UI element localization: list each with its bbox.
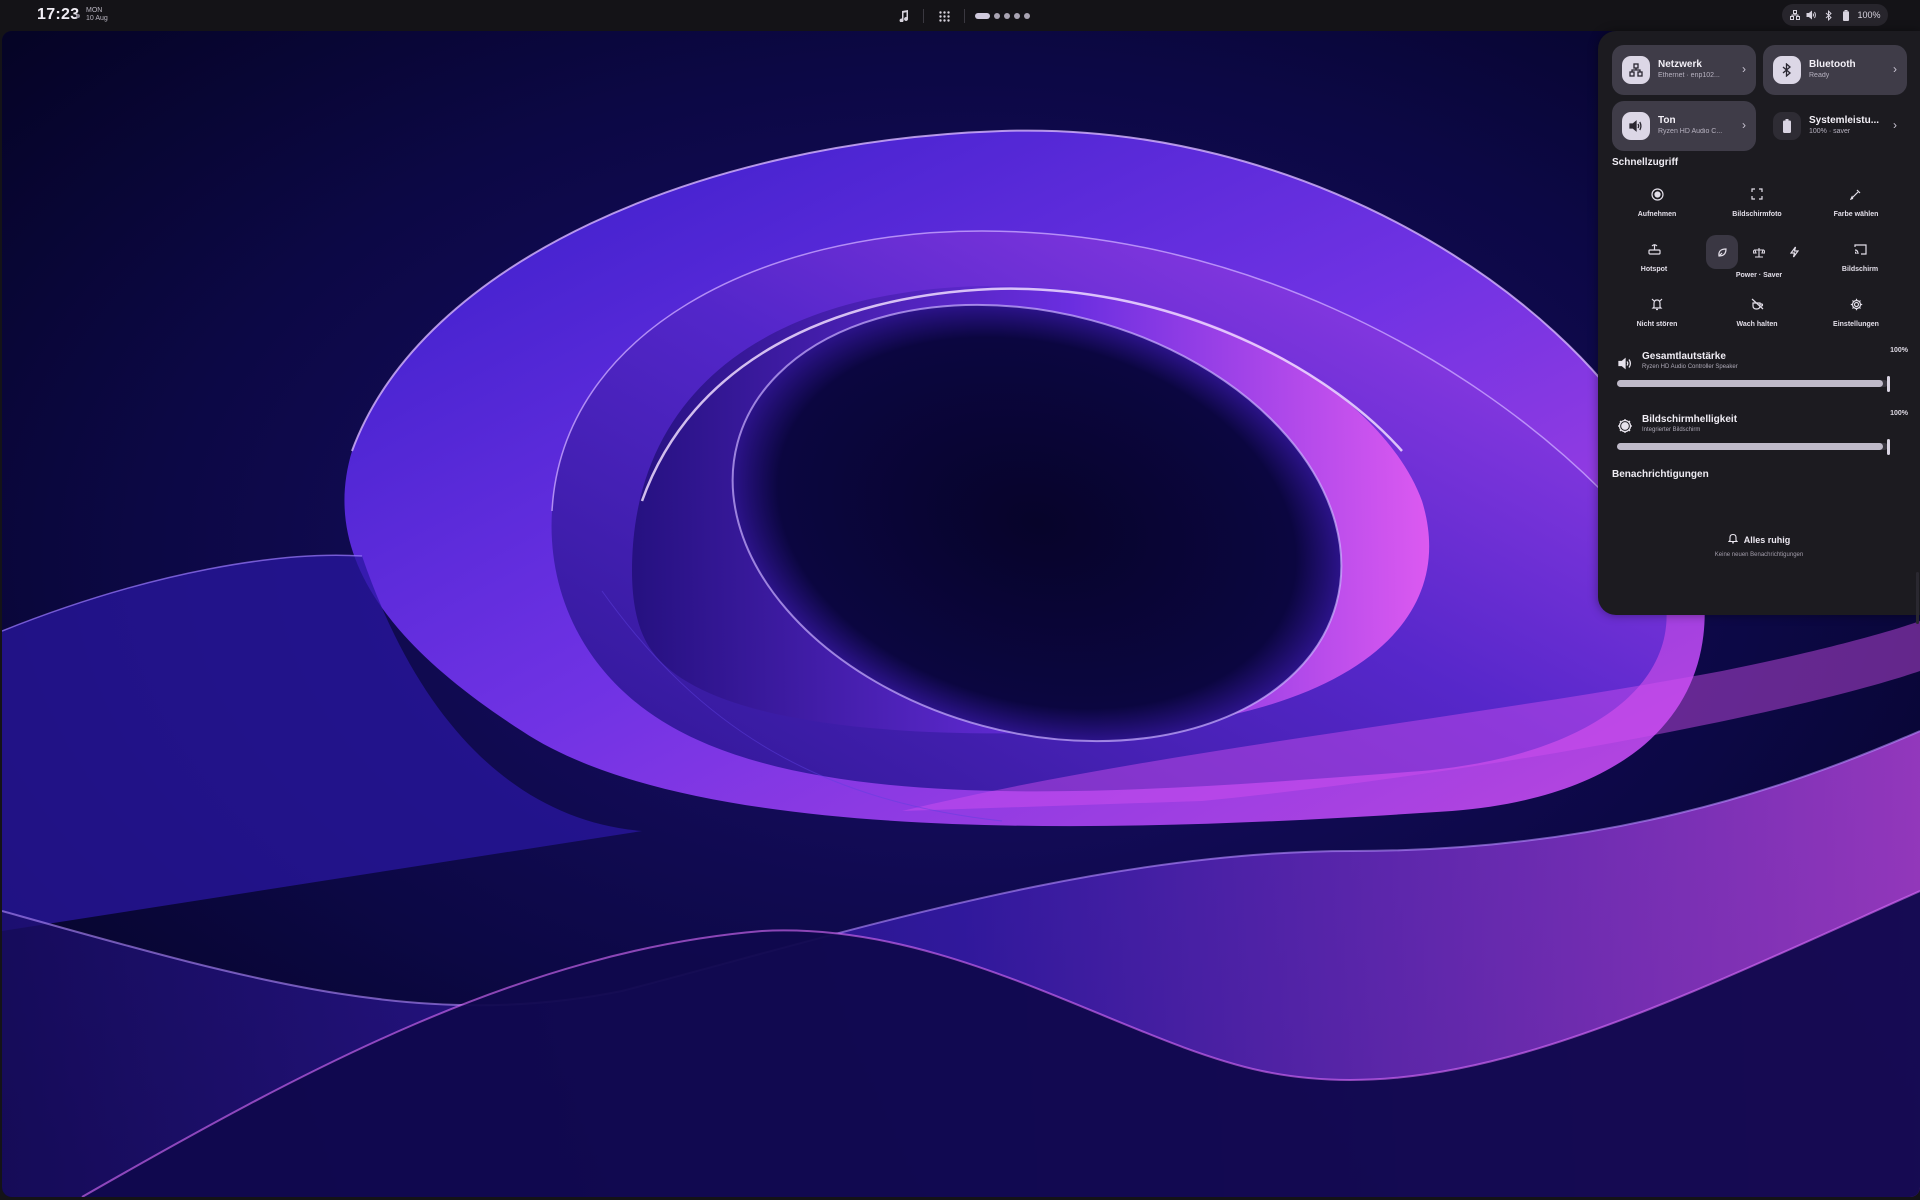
settings-button[interactable]: Einstellungen (1806, 291, 1906, 328)
volume-slider-fill (1617, 380, 1883, 387)
screen-cast-button[interactable]: Bildschirm (1810, 236, 1910, 273)
volume-slider[interactable] (1617, 376, 1890, 392)
tile-system-performance[interactable]: Systemleistu... 100% · saver › (1763, 101, 1907, 151)
date: 10 Aug (86, 15, 108, 22)
balanced-scale-icon[interactable] (1743, 235, 1775, 269)
coffee-off-icon (1744, 291, 1770, 317)
chevron-right-icon[interactable]: › (1893, 118, 1897, 132)
power-saver-leaf-icon[interactable] (1706, 235, 1738, 269)
brightness-slider-fill (1617, 443, 1883, 450)
tile-bluetooth[interactable]: Bluetooth Ready › (1763, 45, 1907, 95)
volume-control: Gesamtlautstärke Ryzen HD Audio Controll… (1616, 347, 1910, 411)
brightness-percentage: 100% (1890, 410, 1908, 417)
center-tools (893, 6, 1030, 26)
record-icon (1644, 181, 1670, 207)
workspace-5[interactable] (1024, 13, 1030, 19)
screenshot-icon (1744, 181, 1770, 207)
power-profile-group: Power · Saver (1706, 235, 1812, 279)
hotspot-icon (1641, 236, 1667, 262)
notifications-empty-title: Alles ruhig (1743, 534, 1791, 545)
tile-subtitle: Ready (1809, 72, 1830, 79)
cast-icon (1847, 236, 1873, 262)
workspace-1-active[interactable] (975, 13, 990, 19)
workspace-indicator (975, 13, 1030, 19)
color-picker-label: Farbe wählen (1833, 211, 1879, 218)
edge-scroll-indicator (1916, 572, 1919, 624)
record-label: Aufnehmen (1637, 211, 1677, 218)
power-saver-label: Power · Saver (1735, 272, 1783, 279)
brightness-title: Bildschirmhelligkeit (1642, 414, 1738, 425)
date-display[interactable]: MON 10 Aug (86, 7, 108, 23)
divider (923, 9, 924, 23)
network-icon (1622, 56, 1650, 84)
battery-icon (1773, 112, 1801, 140)
chevron-right-icon[interactable]: › (1742, 62, 1746, 76)
app-grid-icon[interactable] (934, 6, 954, 26)
workspace-2[interactable] (994, 13, 1000, 19)
screenshot-button[interactable]: Bildschirmfoto (1707, 181, 1807, 218)
hotspot-label: Hotspot (1640, 266, 1668, 273)
notifications-empty-state: Alles ruhig Keine neuen Benachrichtigung… (1598, 533, 1920, 558)
tile-subtitle: 100% · saver (1809, 128, 1851, 135)
brightness-control: Bildschirmhelligkeit Integrierter Bildsc… (1616, 410, 1910, 474)
volume-title: Gesamtlautstärke (1642, 351, 1726, 362)
notifications-empty-subtitle: Keine neuen Benachrichtigungen (1714, 552, 1804, 558)
color-picker-icon (1843, 181, 1869, 207)
color-picker-button[interactable]: Farbe wählen (1806, 181, 1906, 218)
screenshot-label: Bildschirmfoto (1732, 211, 1782, 218)
music-note-icon[interactable] (893, 6, 913, 26)
keep-awake-button[interactable]: Wach halten (1707, 291, 1807, 328)
bluetooth-icon (1773, 56, 1801, 84)
notifications-title: Benachrichtigungen (1612, 469, 1709, 480)
brightness-subtitle: Integrierter Bildschirm (1642, 427, 1701, 433)
system-tray[interactable]: 100% (1782, 4, 1888, 26)
brightness-slider[interactable] (1617, 439, 1890, 455)
battery-percentage: 100% (1857, 10, 1881, 20)
separator-dot (76, 14, 80, 18)
divider (964, 9, 965, 23)
speaker-icon (1622, 112, 1650, 140)
tile-title: Systemleistu... (1809, 115, 1880, 126)
quick-settings-panel: Netzwerk Ethernet · enp102... › Bluetoot… (1598, 31, 1920, 615)
bluetooth-icon (1823, 9, 1834, 21)
bell-icon (1727, 533, 1739, 546)
tile-title: Netzwerk (1658, 59, 1702, 70)
chevron-right-icon[interactable]: › (1742, 118, 1746, 132)
quick-access-title: Schnellzugriff (1612, 157, 1679, 168)
speaker-icon (1806, 10, 1817, 21)
performance-bolt-icon[interactable] (1778, 235, 1810, 269)
dnd-label: Nicht stören (1636, 321, 1678, 328)
tile-network[interactable]: Netzwerk Ethernet · enp102... › (1612, 45, 1756, 95)
clock[interactable]: 17:23 (37, 6, 79, 24)
brightness-slider-handle[interactable] (1887, 439, 1890, 455)
tile-title: Ton (1658, 115, 1676, 126)
do-not-disturb-button[interactable]: Nicht stören (1607, 291, 1707, 328)
network-icon (1789, 10, 1800, 21)
tile-title: Bluetooth (1809, 59, 1856, 70)
chevron-right-icon[interactable]: › (1893, 62, 1897, 76)
top-bar: 17:23 MON 10 Aug 100% (0, 0, 1920, 31)
bell-off-icon (1644, 291, 1670, 317)
volume-percentage: 100% (1890, 347, 1908, 354)
screen-label: Bildschirm (1841, 266, 1879, 273)
tile-sound[interactable]: Ton Ryzen HD Audio C... › (1612, 101, 1756, 151)
gear-icon (1843, 291, 1869, 317)
tile-subtitle: Ethernet · enp102... (1658, 72, 1720, 79)
brightness-icon[interactable] (1616, 417, 1634, 435)
volume-icon[interactable] (1616, 354, 1634, 372)
workspace-3[interactable] (1004, 13, 1010, 19)
tile-subtitle: Ryzen HD Audio C... (1658, 128, 1723, 135)
volume-slider-handle[interactable] (1887, 376, 1890, 392)
keep-awake-label: Wach halten (1736, 321, 1778, 328)
weekday: MON (86, 7, 103, 14)
workspace-4[interactable] (1014, 13, 1020, 19)
settings-label: Einstellungen (1833, 321, 1879, 328)
hotspot-button[interactable]: Hotspot (1604, 236, 1704, 273)
battery-icon (1840, 9, 1851, 21)
volume-subtitle: Ryzen HD Audio Controller Speaker (1642, 364, 1738, 370)
record-button[interactable]: Aufnehmen (1607, 181, 1707, 218)
